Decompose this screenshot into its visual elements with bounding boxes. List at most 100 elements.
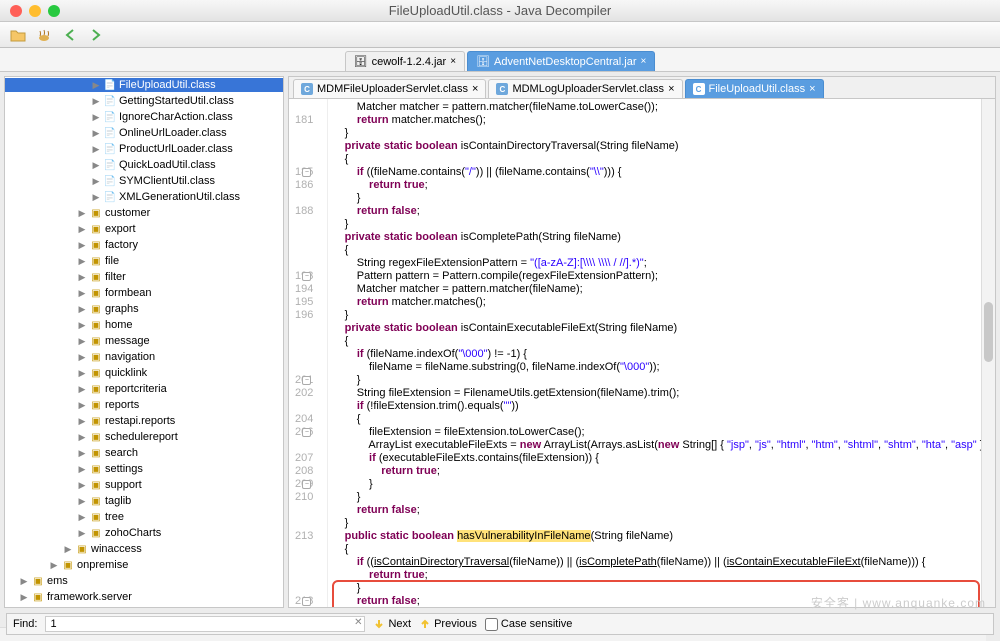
tree-toggle-icon[interactable]: ▶ [77, 352, 87, 363]
maximize-window-button[interactable] [48, 5, 60, 17]
tree-item[interactable]: ▶▣ems [5, 574, 283, 588]
code-view[interactable]: 181185−186188193−194195196201−202204206−… [289, 99, 995, 607]
tree-toggle-icon[interactable]: ▶ [77, 480, 87, 491]
find-previous-button[interactable]: Previous [419, 618, 477, 630]
tree-toggle-icon[interactable]: ▶ [19, 592, 29, 603]
tree-toggle-icon[interactable]: ▶ [77, 256, 87, 267]
tree-item[interactable]: ▼▣mdm [5, 606, 283, 608]
tree-item[interactable]: ▶▣filter [5, 270, 283, 284]
file-tab[interactable]: CMDMLogUploaderServlet.class× [488, 79, 682, 98]
tree-item[interactable]: ▶▣winaccess [5, 542, 283, 556]
tree-item[interactable]: ▶📄GettingStartedUtil.class [5, 94, 283, 108]
close-tab-icon[interactable]: × [668, 83, 674, 95]
package-tree[interactable]: ▶📄FileUploadUtil.class ▶📄GettingStartedUt… [4, 76, 284, 608]
tree-item[interactable]: ▶▣export [5, 222, 283, 236]
fold-icon[interactable]: − [302, 168, 311, 177]
tree-item[interactable]: ▶▣support [5, 478, 283, 492]
tree-toggle-icon[interactable]: ▶ [77, 432, 87, 443]
back-button[interactable] [60, 25, 80, 45]
tree-toggle-icon[interactable]: ▶ [77, 208, 87, 219]
tree-toggle-icon[interactable]: ▶ [91, 128, 101, 139]
tree-toggle-icon[interactable]: ▶ [77, 528, 87, 539]
tree-item[interactable]: ▶▣taglib [5, 494, 283, 508]
find-next-button[interactable]: Next [373, 618, 411, 630]
archive-tab[interactable]: 🗄AdventNetDesktopCentral.jar× [467, 51, 655, 71]
tree-item[interactable]: ▶▣navigation [5, 350, 283, 364]
tree-item[interactable]: ▶▣home [5, 318, 283, 332]
tree-item[interactable]: ▶▣graphs [5, 302, 283, 316]
tree-toggle-icon[interactable]: ▶ [77, 512, 87, 523]
fold-icon[interactable]: − [302, 272, 311, 281]
tree-item[interactable]: ▶▣tree [5, 510, 283, 524]
tree-toggle-icon[interactable]: ▶ [77, 416, 87, 427]
fold-icon[interactable]: − [302, 480, 311, 489]
close-tab-icon[interactable]: × [472, 83, 478, 95]
tree-item[interactable]: ▶📄IgnoreCharAction.class [5, 110, 283, 124]
tree-toggle-icon[interactable]: ▶ [77, 224, 87, 235]
tree-toggle-icon[interactable]: ▶ [91, 144, 101, 155]
tree-item[interactable]: ▶📄XMLGenerationUtil.class [5, 190, 283, 204]
tree-item[interactable]: ▶▣zohoCharts [5, 526, 283, 540]
close-tab-icon[interactable]: × [450, 56, 456, 67]
tree-toggle-icon[interactable]: ▶ [91, 160, 101, 171]
fold-icon[interactable]: − [302, 376, 311, 385]
tree-toggle-icon[interactable]: ▶ [91, 112, 101, 123]
tree-toggle-icon[interactable]: ▶ [77, 464, 87, 475]
forward-button[interactable] [86, 25, 106, 45]
tree-toggle-icon[interactable]: ▶ [91, 80, 101, 91]
tree-item[interactable]: ▶▣customer [5, 206, 283, 220]
vertical-scrollbar[interactable] [981, 99, 995, 607]
tree-item[interactable]: ▶▣settings [5, 462, 283, 476]
fold-icon[interactable]: − [302, 428, 311, 437]
tree-toggle-icon[interactable]: ▶ [77, 336, 87, 347]
tree-item[interactable]: ▶▣schedulereport [5, 430, 283, 444]
tree-toggle-icon[interactable]: ▶ [91, 192, 101, 203]
tree-item[interactable]: ▶▣message [5, 334, 283, 348]
open-file-button[interactable] [8, 25, 28, 45]
tree-item[interactable]: ▶▣quicklink [5, 366, 283, 380]
tree-toggle-icon[interactable]: ▶ [77, 272, 87, 283]
tree-toggle-icon[interactable]: ▶ [77, 384, 87, 395]
case-sensitive-checkbox[interactable] [485, 618, 498, 631]
close-tab-icon[interactable]: × [641, 56, 647, 67]
tree-item[interactable]: ▶▣formbean [5, 286, 283, 300]
tree-item[interactable]: ▶▣onpremise [5, 558, 283, 572]
tree-item[interactable]: ▶📄QuickLoadUtil.class [5, 158, 283, 172]
code-body[interactable]: Matcher matcher = pattern.matcher(fileNa… [328, 99, 995, 607]
tree-item[interactable]: ▶📄ProductUrlLoader.class [5, 142, 283, 156]
archive-tab[interactable]: 🗄cewolf-1.2.4.jar× [345, 51, 465, 71]
tree-item[interactable]: ▶📄FileUploadUtil.class [5, 78, 283, 92]
tree-toggle-icon[interactable]: ▶ [91, 96, 101, 107]
tree-item[interactable]: ▶▣search [5, 446, 283, 460]
clear-find-icon[interactable]: ✕ [354, 617, 362, 628]
tree-item[interactable]: ▶▣reports [5, 398, 283, 412]
case-sensitive-toggle[interactable]: Case sensitive [485, 618, 573, 631]
tree-toggle-icon[interactable]: ▶ [63, 544, 73, 555]
tree-toggle-icon[interactable]: ▶ [77, 496, 87, 507]
tree-toggle-icon[interactable]: ▶ [77, 320, 87, 331]
find-input[interactable] [45, 616, 365, 632]
tree-toggle-icon[interactable]: ▶ [77, 400, 87, 411]
tree-item[interactable]: ▶📄SYMClientUtil.class [5, 174, 283, 188]
file-tab[interactable]: CMDMFileUploaderServlet.class× [293, 79, 486, 98]
tree-toggle-icon[interactable]: ▶ [77, 448, 87, 459]
tree-toggle-icon[interactable]: ▶ [77, 240, 87, 251]
close-tab-icon[interactable]: × [809, 83, 815, 95]
tree-item[interactable]: ▶📄OnlineUrlLoader.class [5, 126, 283, 140]
tree-toggle-icon[interactable]: ▶ [91, 176, 101, 187]
tree-toggle-icon[interactable]: ▶ [77, 368, 87, 379]
tree-toggle-icon[interactable]: ▶ [77, 288, 87, 299]
tree-toggle-icon[interactable]: ▶ [19, 576, 29, 587]
tree-item[interactable]: ▶▣restapi.reports [5, 414, 283, 428]
coffee-icon[interactable] [34, 25, 54, 45]
fold-icon[interactable]: − [302, 597, 311, 606]
minimize-window-button[interactable] [29, 5, 41, 17]
tree-item[interactable]: ▶▣factory [5, 238, 283, 252]
tree-toggle-icon[interactable]: ▶ [77, 304, 87, 315]
tree-item[interactable]: ▶▣framework.server [5, 590, 283, 604]
tree-toggle-icon[interactable]: ▶ [49, 560, 59, 571]
file-tab[interactable]: CFileUploadUtil.class× [685, 79, 824, 98]
tree-item[interactable]: ▶▣reportcriteria [5, 382, 283, 396]
close-window-button[interactable] [10, 5, 22, 17]
tree-item[interactable]: ▶▣file [5, 254, 283, 268]
